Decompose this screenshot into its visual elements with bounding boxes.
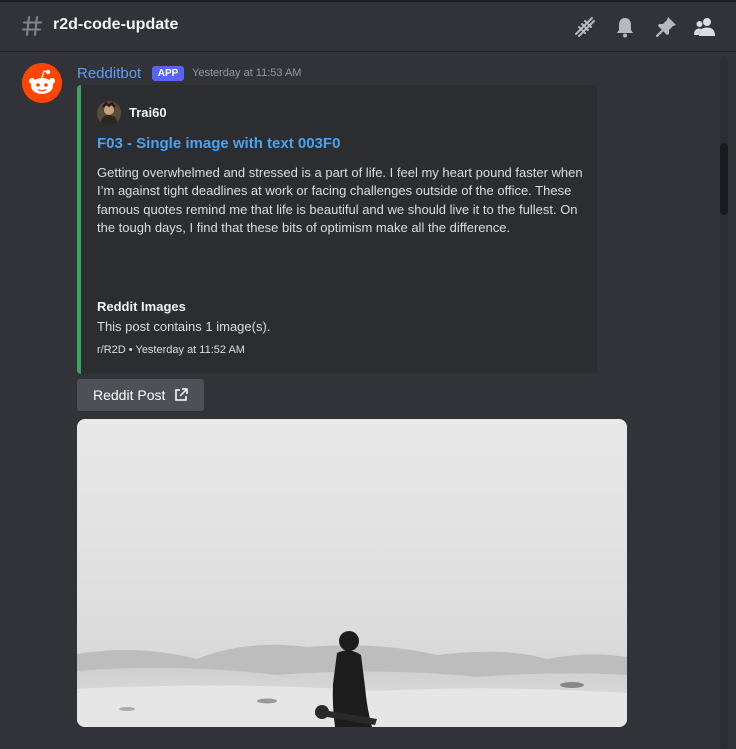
embed-footer: r/R2D • Yesterday at 11:52 AM bbox=[97, 344, 245, 356]
embed-description: Getting overwhelmed and stressed is a pa… bbox=[97, 165, 583, 235]
bell-icon[interactable] bbox=[613, 15, 637, 39]
reddit-logo-icon bbox=[22, 63, 62, 103]
external-link-icon bbox=[175, 388, 188, 401]
embed-author[interactable]: Trai60 bbox=[129, 105, 167, 120]
bot-username[interactable]: Redditbot bbox=[77, 65, 141, 82]
members-icon[interactable] bbox=[693, 15, 717, 39]
message-timestamp[interactable]: Yesterday at 11:53 AM bbox=[192, 67, 301, 79]
reddit-embed: Trai60 F03 - Single image with text 003F… bbox=[77, 85, 597, 374]
embed-field-value: This post contains 1 image(s). bbox=[97, 319, 271, 334]
author-avatar-icon bbox=[97, 101, 121, 125]
channel-header: r2d-code-update bbox=[0, 0, 736, 52]
pin-icon[interactable] bbox=[654, 15, 678, 39]
app-badge: APP bbox=[152, 66, 184, 81]
embed-title-link[interactable]: F03 - Single image with text 003F0 bbox=[97, 135, 340, 152]
reddit-post-button-label: Reddit Post bbox=[93, 387, 166, 403]
scrollbar-thumb[interactable] bbox=[720, 143, 728, 215]
channel-name: r2d-code-update bbox=[53, 16, 179, 33]
reddit-post-button[interactable]: Reddit Post bbox=[77, 379, 204, 411]
threads-icon[interactable] bbox=[573, 15, 597, 39]
post-image[interactable] bbox=[77, 419, 627, 727]
embed-field-name: Reddit Images bbox=[97, 299, 186, 314]
desert-photo bbox=[77, 419, 627, 727]
bot-avatar[interactable] bbox=[22, 63, 62, 103]
author-avatar bbox=[97, 101, 121, 125]
hash-icon bbox=[22, 16, 42, 36]
